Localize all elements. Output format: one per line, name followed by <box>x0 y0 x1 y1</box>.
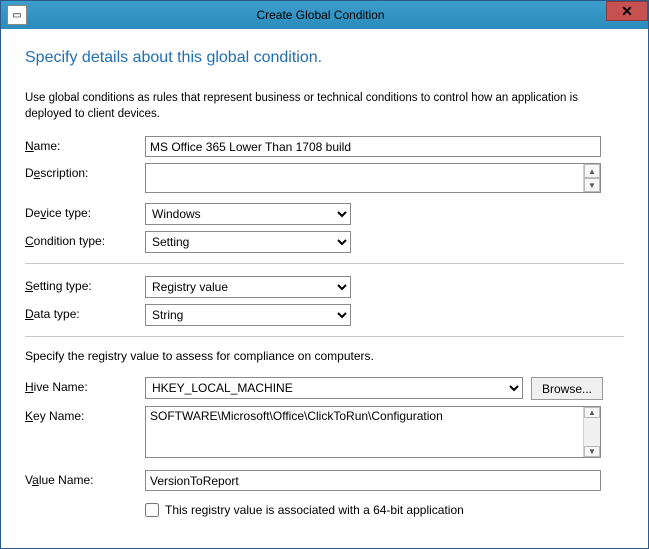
window-title: Create Global Condition <box>33 8 608 22</box>
system-icon: ▭ <box>7 5 27 25</box>
description-textarea[interactable] <box>146 164 583 192</box>
64bit-checkbox-label: This registry value is associated with a… <box>165 503 464 517</box>
scroll-up-button[interactable]: ▲ <box>584 407 600 418</box>
browse-button[interactable]: Browse... <box>531 377 603 400</box>
scroll-down-button[interactable]: ▼ <box>584 446 600 457</box>
64bit-checkbox[interactable] <box>145 503 159 517</box>
scroll-down-button[interactable]: ▼ <box>584 178 600 192</box>
close-button[interactable]: ✕ <box>606 1 648 21</box>
conditiontype-label: Condition type:Condition type: <box>25 231 145 248</box>
keyname-label: Key Name:Key Name: <box>25 406 145 423</box>
separator-1 <box>25 263 624 264</box>
separator-2 <box>25 336 624 337</box>
dialog-content: Specify details about this global condit… <box>1 29 648 548</box>
description-scrollbar: ▲ ▼ <box>583 164 600 192</box>
close-icon: ✕ <box>621 3 633 20</box>
hive-label: Hive Name:Hive Name: <box>25 377 145 394</box>
dialog-window: ▭ Create Global Condition ✕ Specify deta… <box>0 0 649 549</box>
name-input[interactable] <box>145 136 601 157</box>
settingtype-select[interactable]: Registry value <box>145 276 351 298</box>
registry-intro: Specify the registry value to assess for… <box>25 349 624 363</box>
valuename-label: Value Name:Value Name: <box>25 470 145 487</box>
titlebar: ▭ Create Global Condition ✕ <box>1 1 648 29</box>
intro-text: Use global conditions as rules that repr… <box>25 91 624 122</box>
page-heading: Specify details about this global condit… <box>25 49 624 67</box>
conditiontype-select[interactable]: Setting <box>145 231 351 253</box>
devicetype-select[interactable]: Windows <box>145 203 351 225</box>
datatype-select[interactable]: String <box>145 304 351 326</box>
hive-select[interactable]: HKEY_LOCAL_MACHINE <box>145 377 523 399</box>
scroll-up-button[interactable]: ▲ <box>584 164 600 178</box>
scrollbar-track <box>584 418 600 446</box>
keyname-textarea[interactable]: SOFTWARE\Microsoft\Office\ClickToRun\Con… <box>146 407 583 457</box>
settingtype-label: Setting type:Setting type: <box>25 276 145 293</box>
keyname-scrollbar: ▲ ▼ <box>583 407 600 457</box>
datatype-label: Data type:Data type: <box>25 304 145 321</box>
valuename-input[interactable] <box>145 470 601 491</box>
description-field-wrap: ▲ ▼ <box>145 163 601 193</box>
description-label: Description:Description: <box>25 163 145 180</box>
keyname-field-wrap: SOFTWARE\Microsoft\Office\ClickToRun\Con… <box>145 406 601 458</box>
devicetype-label: Device type:Device type: <box>25 203 145 220</box>
name-label: NName:ame: <box>25 136 145 153</box>
